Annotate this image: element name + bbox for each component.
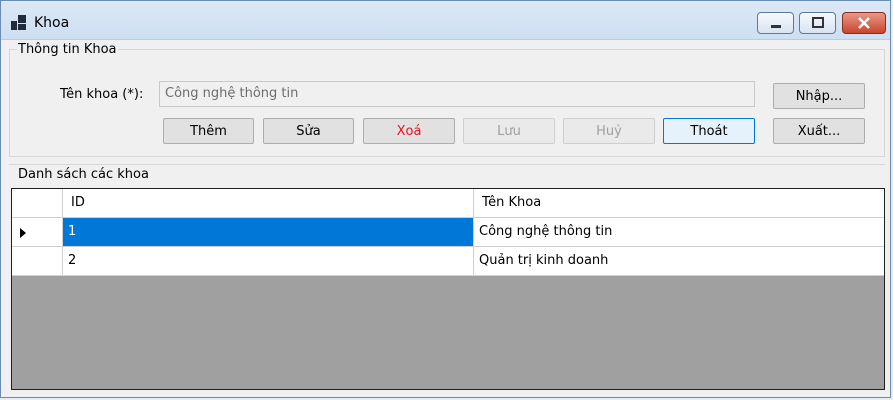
- title-bar[interactable]: Khoa: [1, 1, 890, 40]
- cell-id[interactable]: 2: [63, 247, 474, 276]
- cancel-button[interactable]: Huỷ: [563, 118, 655, 144]
- window-title: Khoa: [34, 15, 70, 31]
- cell-name[interactable]: Quản trị kinh doanh: [474, 247, 884, 276]
- column-header-id[interactable]: ID: [63, 189, 474, 218]
- cell-name[interactable]: Công nghệ thông tin: [474, 218, 884, 247]
- export-button[interactable]: Xuất...: [773, 118, 865, 144]
- current-row-arrow-icon: [20, 228, 26, 238]
- minimize-icon: [758, 13, 793, 33]
- corner-header-cell[interactable]: [12, 189, 63, 218]
- list-group-title: Danh sách các khoa: [17, 167, 150, 182]
- list-groupbox: [9, 164, 885, 165]
- table-row[interactable]: 2 Quản trị kinh doanh: [12, 247, 884, 276]
- khoa-window: Khoa Thông tin Khoa Tên khoa (*): Công n…: [0, 0, 891, 398]
- add-button[interactable]: Thêm: [163, 118, 254, 144]
- row-header-cell[interactable]: [12, 218, 63, 247]
- table-row[interactable]: 1 Công nghệ thông tin: [12, 218, 884, 247]
- cell-id[interactable]: 1: [63, 218, 474, 247]
- delete-button[interactable]: Xoá: [363, 118, 455, 144]
- import-button[interactable]: Nhập...: [773, 83, 865, 109]
- maximize-icon: [800, 13, 835, 33]
- minimize-button[interactable]: [757, 12, 794, 34]
- exit-button[interactable]: Thoát: [663, 118, 755, 144]
- edit-button[interactable]: Sửa: [263, 118, 354, 144]
- grid-header-row: ID Tên Khoa: [12, 189, 884, 218]
- column-header-name[interactable]: Tên Khoa: [474, 189, 884, 218]
- maximize-button[interactable]: [799, 12, 836, 34]
- row-header-cell[interactable]: [12, 247, 63, 276]
- app-icon: [11, 15, 27, 31]
- name-input[interactable]: Công nghệ thông tin: [159, 81, 755, 107]
- info-group-title: Thông tin Khoa: [17, 42, 118, 57]
- close-icon: [843, 13, 885, 33]
- name-label: Tên khoa (*):: [60, 87, 144, 102]
- khoa-datagrid[interactable]: ID Tên Khoa 1 Công nghệ thông tin 2 Quản…: [11, 188, 885, 390]
- close-button[interactable]: [842, 12, 886, 34]
- save-button[interactable]: Lưu: [463, 118, 555, 144]
